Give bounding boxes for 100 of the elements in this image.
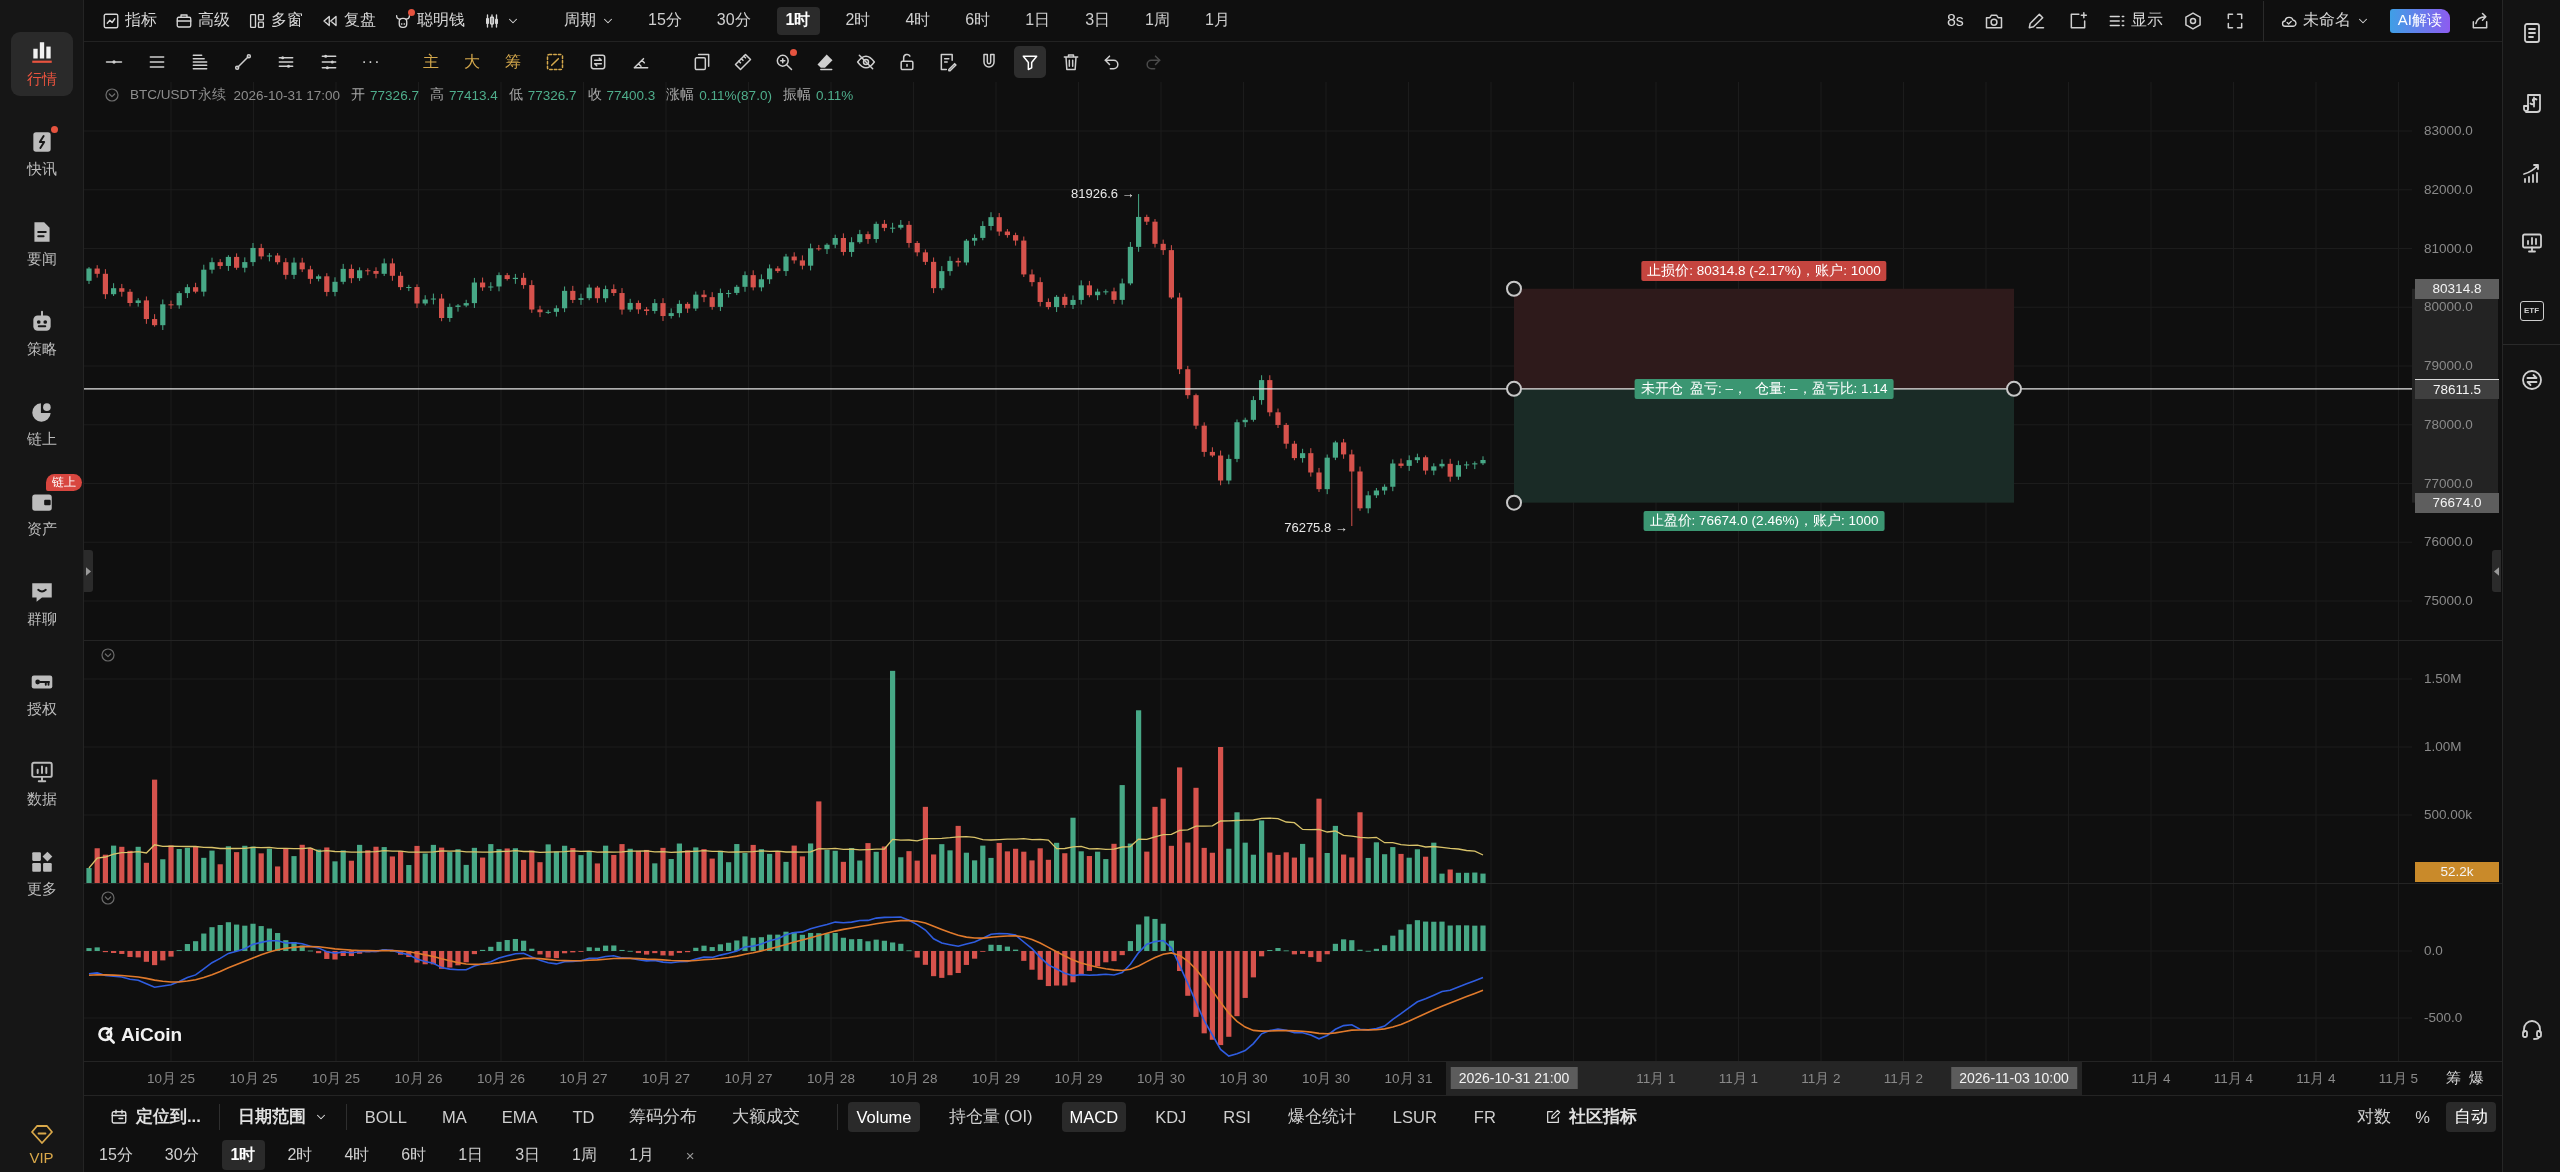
settings-icon[interactable] xyxy=(2182,10,2203,31)
drag-handle[interactable] xyxy=(1506,494,1522,511)
period-tab[interactable]: 1日 xyxy=(1016,6,1060,35)
rotate-box-icon[interactable] xyxy=(588,52,608,72)
period-tab[interactable]: 6时 xyxy=(392,1140,436,1170)
period-tab[interactable]: 1月 xyxy=(619,1140,663,1170)
sidebar-item[interactable]: 策略 xyxy=(10,302,73,366)
trend-line-icon[interactable] xyxy=(233,52,253,72)
period-tab[interactable]: 1周 xyxy=(563,1140,606,1170)
period-tab[interactable]: 30分 xyxy=(155,1140,208,1170)
period-tab[interactable]: 1时 xyxy=(221,1140,265,1170)
sidebar-item[interactable]: 快讯 xyxy=(10,122,73,186)
monitor-chart-icon[interactable] xyxy=(2519,231,2544,255)
time-axis-label: 11月 2 xyxy=(1801,1070,1841,1088)
period-tab[interactable]: 3日 xyxy=(1076,6,1120,35)
stacked-lines-icon[interactable] xyxy=(190,52,210,72)
overlay-toggle[interactable]: 大 xyxy=(456,46,488,78)
indicator-toggle[interactable]: EMA xyxy=(493,1102,546,1132)
price-tick-label: 75000.0 xyxy=(2424,593,2473,609)
community-indicators-button[interactable]: 社区指标 xyxy=(1536,1102,1645,1132)
toolbar-button[interactable]: 高级 xyxy=(169,5,236,36)
indicator-toggle[interactable]: 持仓量 (OI) xyxy=(940,1102,1041,1132)
indicator-toggle[interactable]: LSUR xyxy=(1384,1102,1445,1132)
refresh-button[interactable]: 8s xyxy=(1940,5,1970,36)
period-tab[interactable]: 15分 xyxy=(90,1140,142,1170)
edit-note-icon xyxy=(938,52,958,72)
sidebar-item[interactable]: 群聊 xyxy=(10,572,73,636)
price-tick-label: 82000.0 xyxy=(2424,181,2473,198)
eraser-icon xyxy=(815,52,835,72)
date-range-menu[interactable]: 日期范围 xyxy=(229,1102,336,1132)
layout-menu-button[interactable]: 未命名 xyxy=(2273,5,2376,36)
scale-mode-toggle[interactable]: % xyxy=(2407,1102,2438,1132)
sidebar-item[interactable]: 行情 xyxy=(10,32,73,96)
more-tools-button[interactable]: ··· xyxy=(355,46,387,78)
chevron-circle-icon[interactable] xyxy=(100,890,116,906)
scale-mode-toggle[interactable]: 自动 xyxy=(2446,1102,2496,1132)
drag-handle[interactable] xyxy=(1506,380,1522,397)
period-tab[interactable]: 2时 xyxy=(836,6,880,35)
headset-icon[interactable] xyxy=(2519,1017,2544,1041)
eye-slash-icon xyxy=(856,52,876,72)
period-tab[interactable]: 6时 xyxy=(956,6,1000,35)
time-axis-label: 10月 27 xyxy=(724,1070,773,1088)
chevron-circle-icon[interactable] xyxy=(100,647,116,663)
time-axis-label: 10月 27 xyxy=(559,1070,608,1088)
axis-toggle[interactable]: 爆 xyxy=(2469,1067,2484,1089)
sidebar-item[interactable]: 数据 xyxy=(10,752,73,816)
period-tab[interactable]: 2时 xyxy=(278,1140,322,1170)
drawing-tool-button[interactable] xyxy=(1014,46,1046,78)
indicator-toggle[interactable]: MACD xyxy=(1061,1102,1127,1132)
overlay-toggle[interactable]: 主 xyxy=(415,46,447,78)
etf-button[interactable]: ETF xyxy=(2519,301,2544,321)
fibonacci-icon[interactable] xyxy=(319,52,339,72)
indicator-toggle[interactable]: 筹码分布 xyxy=(621,1102,706,1132)
period-tab[interactable]: 1时 xyxy=(776,6,820,35)
close-button[interactable]: × xyxy=(676,1140,704,1170)
range-end-label: 2026-11-03 10:00 xyxy=(1951,1067,2077,1089)
display-menu-button[interactable]: 显示 xyxy=(2101,5,2169,36)
period-tab[interactable]: 1周 xyxy=(1136,6,1179,35)
panel-toggle-handle[interactable] xyxy=(2492,550,2501,592)
period-menu-button[interactable]: 周期 xyxy=(558,5,621,36)
period-tab[interactable]: 3日 xyxy=(506,1140,550,1170)
ai-analysis-button[interactable]: AI解读 xyxy=(2389,8,2450,33)
toolbar-button[interactable]: 指标 xyxy=(96,5,163,36)
vip-button[interactable]: VIP xyxy=(29,1122,54,1166)
share-icon[interactable] xyxy=(2470,10,2490,31)
toolbar-button[interactable]: 多窗 xyxy=(242,5,309,36)
locate-button[interactable]: 定位到... xyxy=(102,1102,209,1132)
chevron-circle-icon[interactable] xyxy=(104,87,120,103)
drag-handle[interactable] xyxy=(1506,280,1522,297)
dashed-box-icon[interactable] xyxy=(545,52,565,72)
indicator-toggle[interactable]: BOLL xyxy=(356,1102,415,1132)
period-tab[interactable]: 4时 xyxy=(896,6,940,35)
period-tab[interactable]: 1月 xyxy=(1195,6,1239,35)
panel-toggle-handle[interactable] xyxy=(84,550,93,592)
scale-mode-toggle[interactable]: 对数 xyxy=(2349,1102,2400,1132)
sidebar-item[interactable]: 更多 xyxy=(10,842,73,906)
sidebar-item[interactable]: 链上 xyxy=(10,392,73,456)
period-tab[interactable]: 1日 xyxy=(449,1140,493,1170)
price-tick-label: 76000.0 xyxy=(2424,534,2473,551)
indicator-toggle[interactable]: TD xyxy=(564,1102,603,1132)
drag-handle[interactable] xyxy=(2006,380,2022,397)
sidebar-item[interactable]: 要闻 xyxy=(10,212,73,276)
indicator-toggle[interactable]: RSI xyxy=(1215,1102,1259,1132)
period-tab[interactable]: 4时 xyxy=(335,1140,379,1170)
toolbar-button[interactable]: 聪明钱 xyxy=(388,5,471,36)
indicator-toggle[interactable]: Volume xyxy=(848,1102,920,1132)
exchange-icon[interactable] xyxy=(2519,368,2544,392)
axis-toggle[interactable]: 筹 xyxy=(2446,1067,2461,1089)
overlay-toggle[interactable]: 筹 xyxy=(497,46,529,78)
period-tab[interactable]: 15分 xyxy=(639,6,691,35)
redo-icon xyxy=(1143,52,1163,72)
indicator-toggle[interactable]: 爆仓统计 xyxy=(1279,1102,1364,1132)
indicator-toggle[interactable]: MA xyxy=(433,1102,475,1132)
period-tab[interactable]: 30分 xyxy=(707,6,760,35)
indicator-toggle[interactable]: 大额成交 xyxy=(724,1102,809,1132)
unlock-icon xyxy=(897,52,917,72)
indicator-toggle[interactable]: KDJ xyxy=(1147,1102,1195,1132)
indicator-toggle[interactable]: FR xyxy=(1465,1102,1504,1132)
sidebar-item[interactable]: 授权 xyxy=(10,662,73,726)
toolbar-button[interactable]: 复盘 xyxy=(315,5,382,36)
